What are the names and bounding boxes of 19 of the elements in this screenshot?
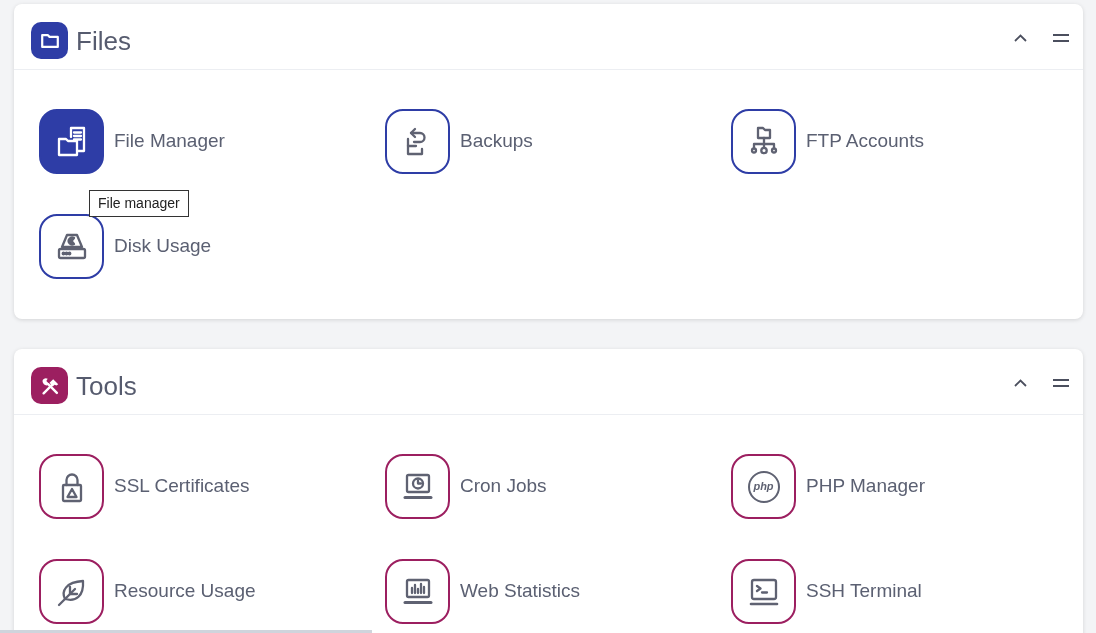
drag-handle-icon[interactable]: [1053, 378, 1069, 387]
chevron-up-icon[interactable]: [1014, 33, 1027, 42]
php-logo: php: [731, 454, 796, 519]
tooltip: File manager: [89, 190, 189, 217]
shortcut-link[interactable]: php PHP Manager: [731, 454, 925, 519]
shortcut-link[interactable]: File Manager: [39, 109, 225, 174]
drag-handle-icon[interactable]: [1053, 33, 1069, 42]
shortcut-link[interactable]: SSH Terminal: [731, 559, 922, 624]
shortcut-link[interactable]: FTP Accounts: [731, 109, 924, 174]
shortcut-link[interactable]: SSL Certificates: [39, 454, 250, 519]
shortcut-link[interactable]: Web Statistics: [385, 559, 581, 624]
shortcut-link[interactable]: Resource Usage: [39, 559, 256, 624]
shortcut-link[interactable]: Disk Usage: [39, 214, 212, 279]
scrollbar-thumb[interactable]: [0, 630, 372, 633]
section-title: Tools: [76, 372, 137, 399]
shortcut-link[interactable]: Cron Jobs: [385, 454, 547, 519]
chevron-up-icon[interactable]: [1014, 378, 1027, 387]
shortcut-link[interactable]: Backups: [385, 109, 533, 174]
section-title: Files: [76, 27, 131, 54]
